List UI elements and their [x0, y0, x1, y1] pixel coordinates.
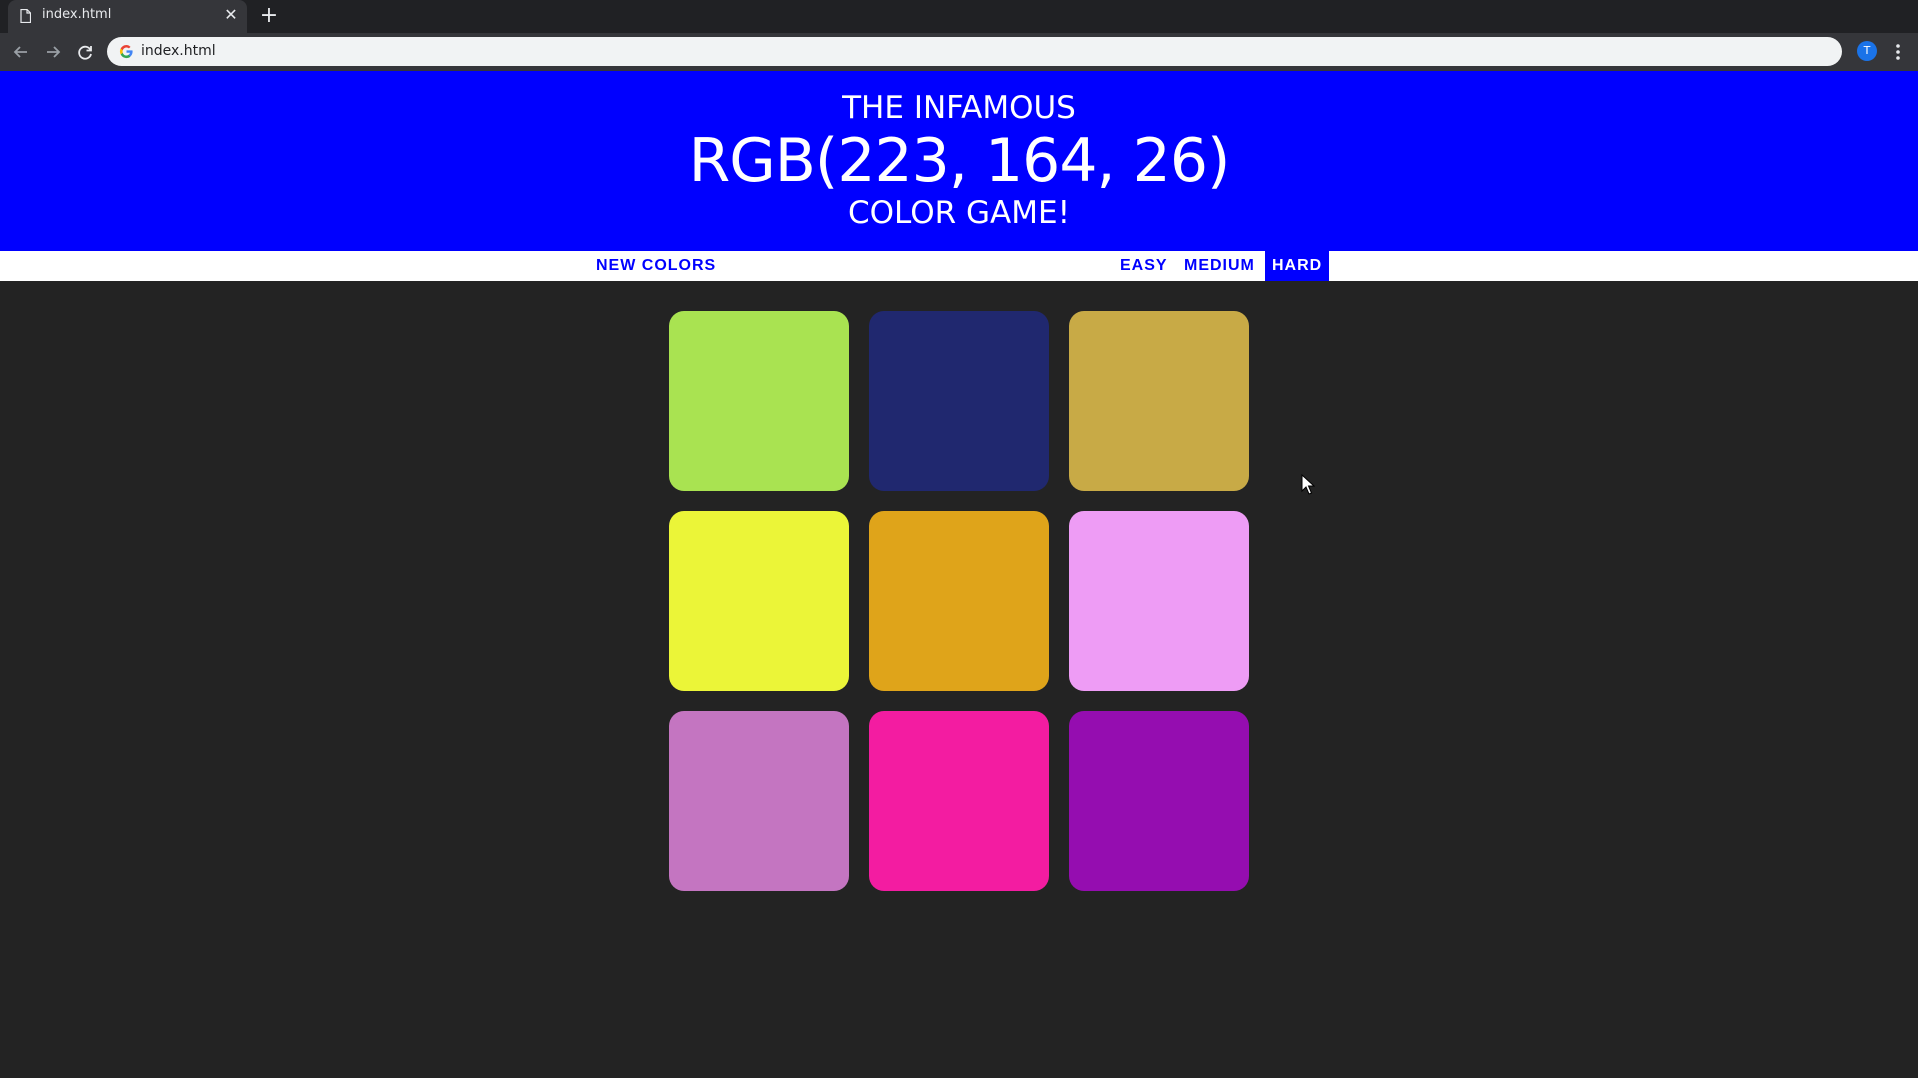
tab-bar: index.html ✕ + — [0, 0, 1918, 33]
browser-tab[interactable]: index.html ✕ — [8, 0, 247, 33]
color-square[interactable] — [1069, 511, 1249, 691]
file-icon — [20, 9, 31, 23]
color-square[interactable] — [669, 711, 849, 891]
title-top: THE INFAMOUS — [842, 90, 1076, 126]
page-content: THE INFAMOUS RGB(223, 164, 26) COLOR GAM… — [0, 71, 1918, 1078]
color-square[interactable] — [1069, 311, 1249, 491]
new-colors-button[interactable]: NEW COLORS — [589, 251, 724, 281]
profile-avatar[interactable]: T — [1857, 41, 1877, 61]
tab-title: index.html — [42, 7, 112, 22]
reload-icon[interactable] — [74, 41, 96, 63]
color-square[interactable] — [669, 311, 849, 491]
new-tab-icon[interactable]: + — [258, 5, 280, 27]
color-square[interactable] — [869, 511, 1049, 691]
color-square[interactable] — [1069, 711, 1249, 891]
game-header: THE INFAMOUS RGB(223, 164, 26) COLOR GAM… — [0, 71, 1918, 251]
close-tab-icon[interactable]: ✕ — [222, 6, 240, 24]
color-square[interactable] — [669, 511, 849, 691]
color-square[interactable] — [869, 311, 1049, 491]
browser-chrome: index.html ✕ + index.html T — [0, 0, 1918, 71]
address-url: index.html — [141, 43, 216, 59]
mouse-pointer-icon — [1301, 474, 1315, 495]
color-square[interactable] — [869, 711, 1049, 891]
address-bar[interactable]: index.html — [107, 37, 1842, 66]
browser-toolbar: index.html T — [0, 33, 1918, 71]
rgb-target-display: RGB(223, 164, 26) — [688, 126, 1231, 196]
mode-medium-button[interactable]: MEDIUM — [1177, 251, 1262, 281]
kebab-menu-icon[interactable] — [1890, 41, 1906, 63]
forward-arrow-icon[interactable] — [42, 41, 64, 63]
mode-easy-button[interactable]: EASY — [1113, 251, 1175, 281]
title-bottom: COLOR GAME! — [848, 195, 1070, 231]
back-arrow-icon[interactable] — [10, 41, 32, 63]
mode-hard-button[interactable]: HARD — [1265, 251, 1330, 281]
control-stripe: NEW COLORS EASY MEDIUM HARD — [0, 251, 1918, 281]
google-icon — [119, 44, 133, 59]
